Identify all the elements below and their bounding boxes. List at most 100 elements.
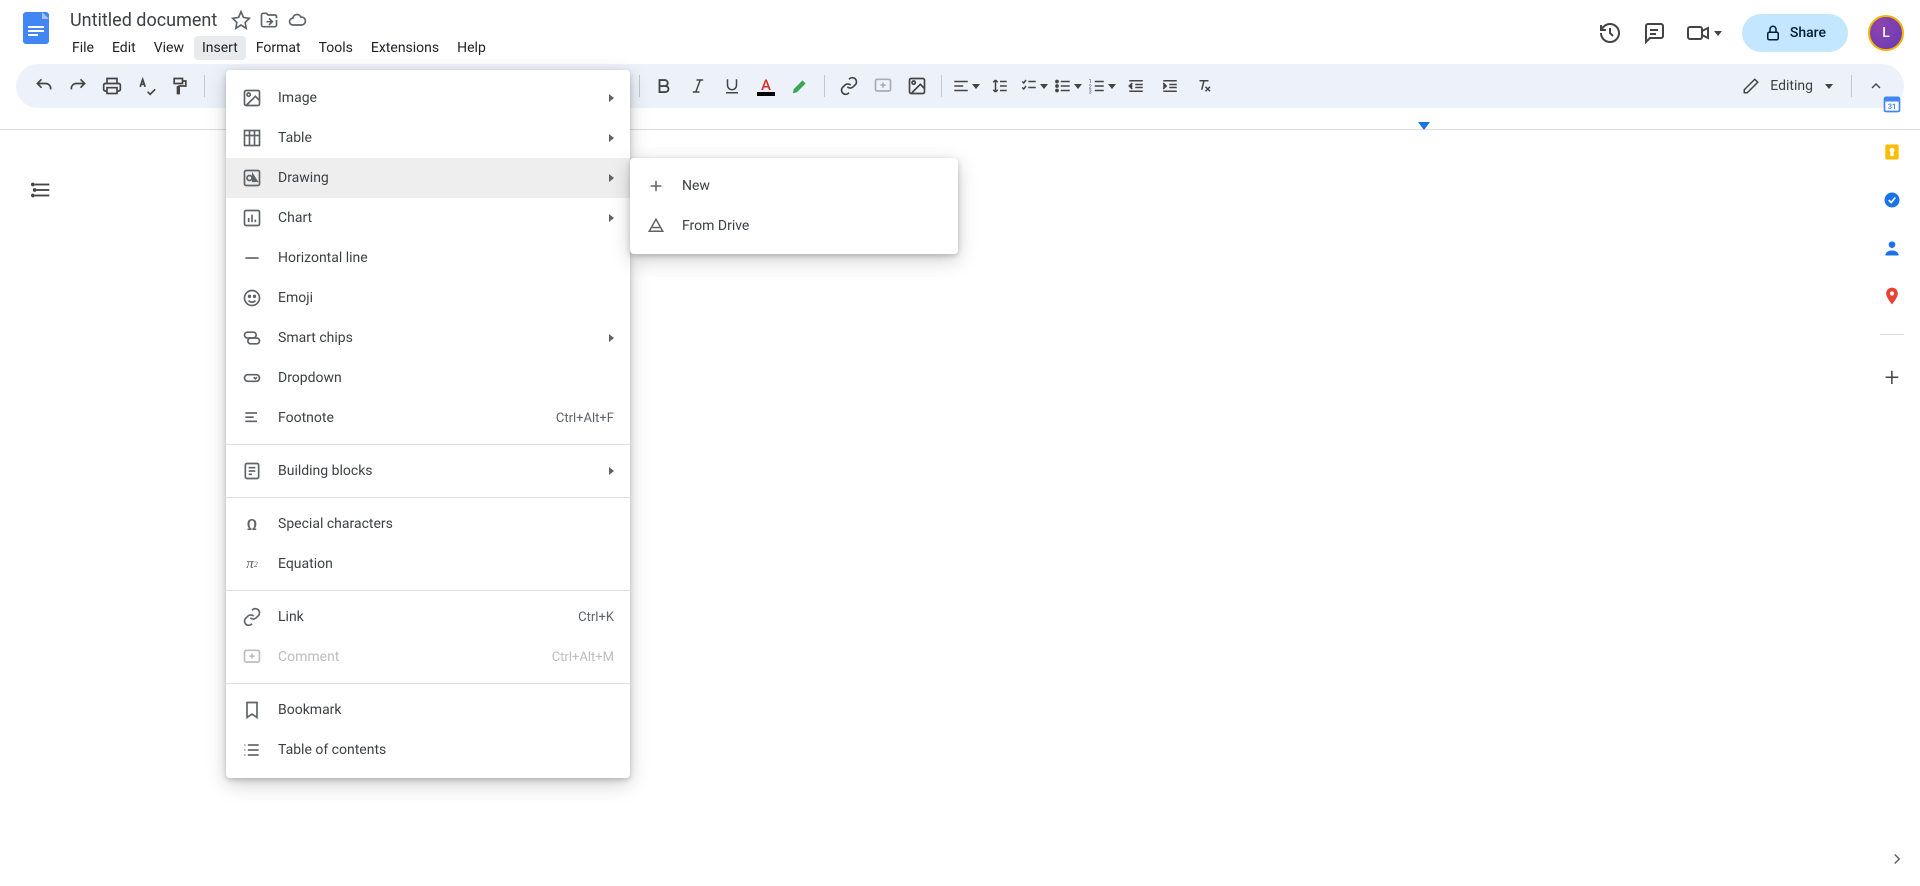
- menubar: File Edit View Insert Format Tools Exten…: [64, 36, 1598, 60]
- menu-tools[interactable]: Tools: [311, 36, 361, 60]
- insert-emoji-item[interactable]: Emoji: [226, 278, 630, 318]
- cloud-status-icon[interactable]: [287, 10, 307, 30]
- submenu-arrow-icon: [609, 214, 614, 222]
- separator: [639, 75, 640, 97]
- menu-view[interactable]: View: [146, 36, 192, 60]
- ruler-right-margin-marker[interactable]: [1418, 122, 1430, 130]
- undo-button[interactable]: [28, 70, 60, 102]
- chart-icon: [242, 208, 262, 228]
- redo-button[interactable]: [62, 70, 94, 102]
- submenu-arrow-icon: [609, 174, 614, 182]
- comment-icon: [242, 647, 262, 667]
- align-button[interactable]: [950, 70, 982, 102]
- insert-bookmark-item[interactable]: Bookmark: [226, 690, 630, 730]
- numbered-list-button[interactable]: 123: [1086, 70, 1118, 102]
- document-title[interactable]: Untitled document: [64, 8, 223, 33]
- insert-equation-item[interactable]: π2 Equation: [226, 544, 630, 584]
- contacts-app-icon[interactable]: [1882, 238, 1902, 258]
- drive-icon: [646, 216, 666, 236]
- insert-table-item[interactable]: Table: [226, 118, 630, 158]
- lock-icon: [1764, 24, 1782, 42]
- side-panel-toggle[interactable]: [1888, 850, 1906, 868]
- omega-icon: Ω: [242, 514, 262, 534]
- menu-extensions[interactable]: Extensions: [363, 36, 447, 60]
- checklist-button[interactable]: [1018, 70, 1050, 102]
- account-avatar[interactable]: L: [1868, 15, 1904, 51]
- svg-text:31: 31: [1888, 102, 1897, 111]
- divider: [226, 444, 630, 445]
- comments-icon[interactable]: [1642, 21, 1666, 45]
- share-button[interactable]: Share: [1742, 14, 1848, 52]
- menu-help[interactable]: Help: [449, 36, 494, 60]
- pencil-icon: [1742, 77, 1760, 95]
- line-spacing-button[interactable]: [984, 70, 1016, 102]
- add-comment-button[interactable]: [867, 70, 899, 102]
- spellcheck-button[interactable]: [130, 70, 162, 102]
- insert-chart-item[interactable]: Chart: [226, 198, 630, 238]
- history-icon[interactable]: [1598, 21, 1622, 45]
- insert-link-button[interactable]: [833, 70, 865, 102]
- caret-down-icon: [1040, 84, 1048, 89]
- star-icon[interactable]: [231, 10, 251, 30]
- increase-indent-button[interactable]: [1154, 70, 1186, 102]
- menu-edit[interactable]: Edit: [104, 36, 144, 60]
- clear-formatting-button[interactable]: [1188, 70, 1220, 102]
- move-icon[interactable]: [259, 10, 279, 30]
- drawing-from-drive-item[interactable]: From Drive: [630, 206, 958, 246]
- insert-image-item[interactable]: Image: [226, 78, 630, 118]
- submenu-arrow-icon: [609, 334, 614, 342]
- paint-format-button[interactable]: [164, 70, 196, 102]
- caret-down-icon: [1714, 31, 1722, 36]
- insert-drawing-item[interactable]: Drawing: [226, 158, 630, 198]
- header: Untitled document File Edit View Insert …: [0, 0, 1920, 60]
- underline-button[interactable]: [716, 70, 748, 102]
- footnote-icon: [242, 408, 262, 428]
- editing-mode-button[interactable]: Editing: [1732, 71, 1843, 101]
- calendar-app-icon[interactable]: 31: [1882, 94, 1902, 114]
- document-outline-button[interactable]: [28, 176, 56, 204]
- bookmark-icon: [242, 700, 262, 720]
- keep-app-icon[interactable]: [1882, 142, 1902, 162]
- insert-dropdown-item[interactable]: Dropdown: [226, 358, 630, 398]
- drawing-submenu: New From Drive: [630, 158, 958, 254]
- maps-app-icon[interactable]: [1882, 286, 1902, 306]
- bold-button[interactable]: [648, 70, 680, 102]
- insert-building-blocks-item[interactable]: Building blocks: [226, 451, 630, 491]
- meet-button[interactable]: [1686, 21, 1722, 45]
- editing-label: Editing: [1770, 78, 1813, 94]
- docs-logo[interactable]: [16, 8, 56, 48]
- get-addons-button[interactable]: +: [1885, 363, 1900, 393]
- dropdown-icon: [242, 368, 262, 388]
- print-button[interactable]: [96, 70, 128, 102]
- menu-file[interactable]: File: [64, 36, 102, 60]
- separator: [204, 75, 205, 97]
- italic-button[interactable]: [682, 70, 714, 102]
- tasks-app-icon[interactable]: [1882, 190, 1902, 210]
- svg-text:3: 3: [1089, 90, 1092, 96]
- insert-toc-item[interactable]: Table of contents: [226, 730, 630, 770]
- insert-link-item[interactable]: Link Ctrl+K: [226, 597, 630, 637]
- toc-icon: [242, 740, 262, 760]
- caret-down-icon: [1825, 84, 1833, 89]
- drawing-new-item[interactable]: New: [630, 166, 958, 206]
- image-icon: [242, 88, 262, 108]
- insert-comment-item: Comment Ctrl+Alt+M: [226, 637, 630, 677]
- bulleted-list-button[interactable]: [1052, 70, 1084, 102]
- insert-special-characters-item[interactable]: Ω Special characters: [226, 504, 630, 544]
- horizontal-line-icon: [242, 248, 262, 268]
- insert-horizontal-line-item[interactable]: Horizontal line: [226, 238, 630, 278]
- insert-image-button[interactable]: [901, 70, 933, 102]
- title-area: Untitled document File Edit View Insert …: [64, 8, 1598, 60]
- submenu-arrow-icon: [609, 94, 614, 102]
- decrease-indent-button[interactable]: [1120, 70, 1152, 102]
- separator: [824, 75, 825, 97]
- insert-smart-chips-item[interactable]: Smart chips: [226, 318, 630, 358]
- highlight-button[interactable]: [784, 70, 816, 102]
- side-panel: 31 +: [1864, 78, 1920, 393]
- shortcut: Ctrl+Alt+M: [552, 650, 614, 665]
- menu-format[interactable]: Format: [248, 36, 309, 60]
- text-color-button[interactable]: A: [750, 70, 782, 102]
- insert-footnote-item[interactable]: Footnote Ctrl+Alt+F: [226, 398, 630, 438]
- menu-insert[interactable]: Insert: [194, 36, 246, 60]
- divider: [226, 497, 630, 498]
